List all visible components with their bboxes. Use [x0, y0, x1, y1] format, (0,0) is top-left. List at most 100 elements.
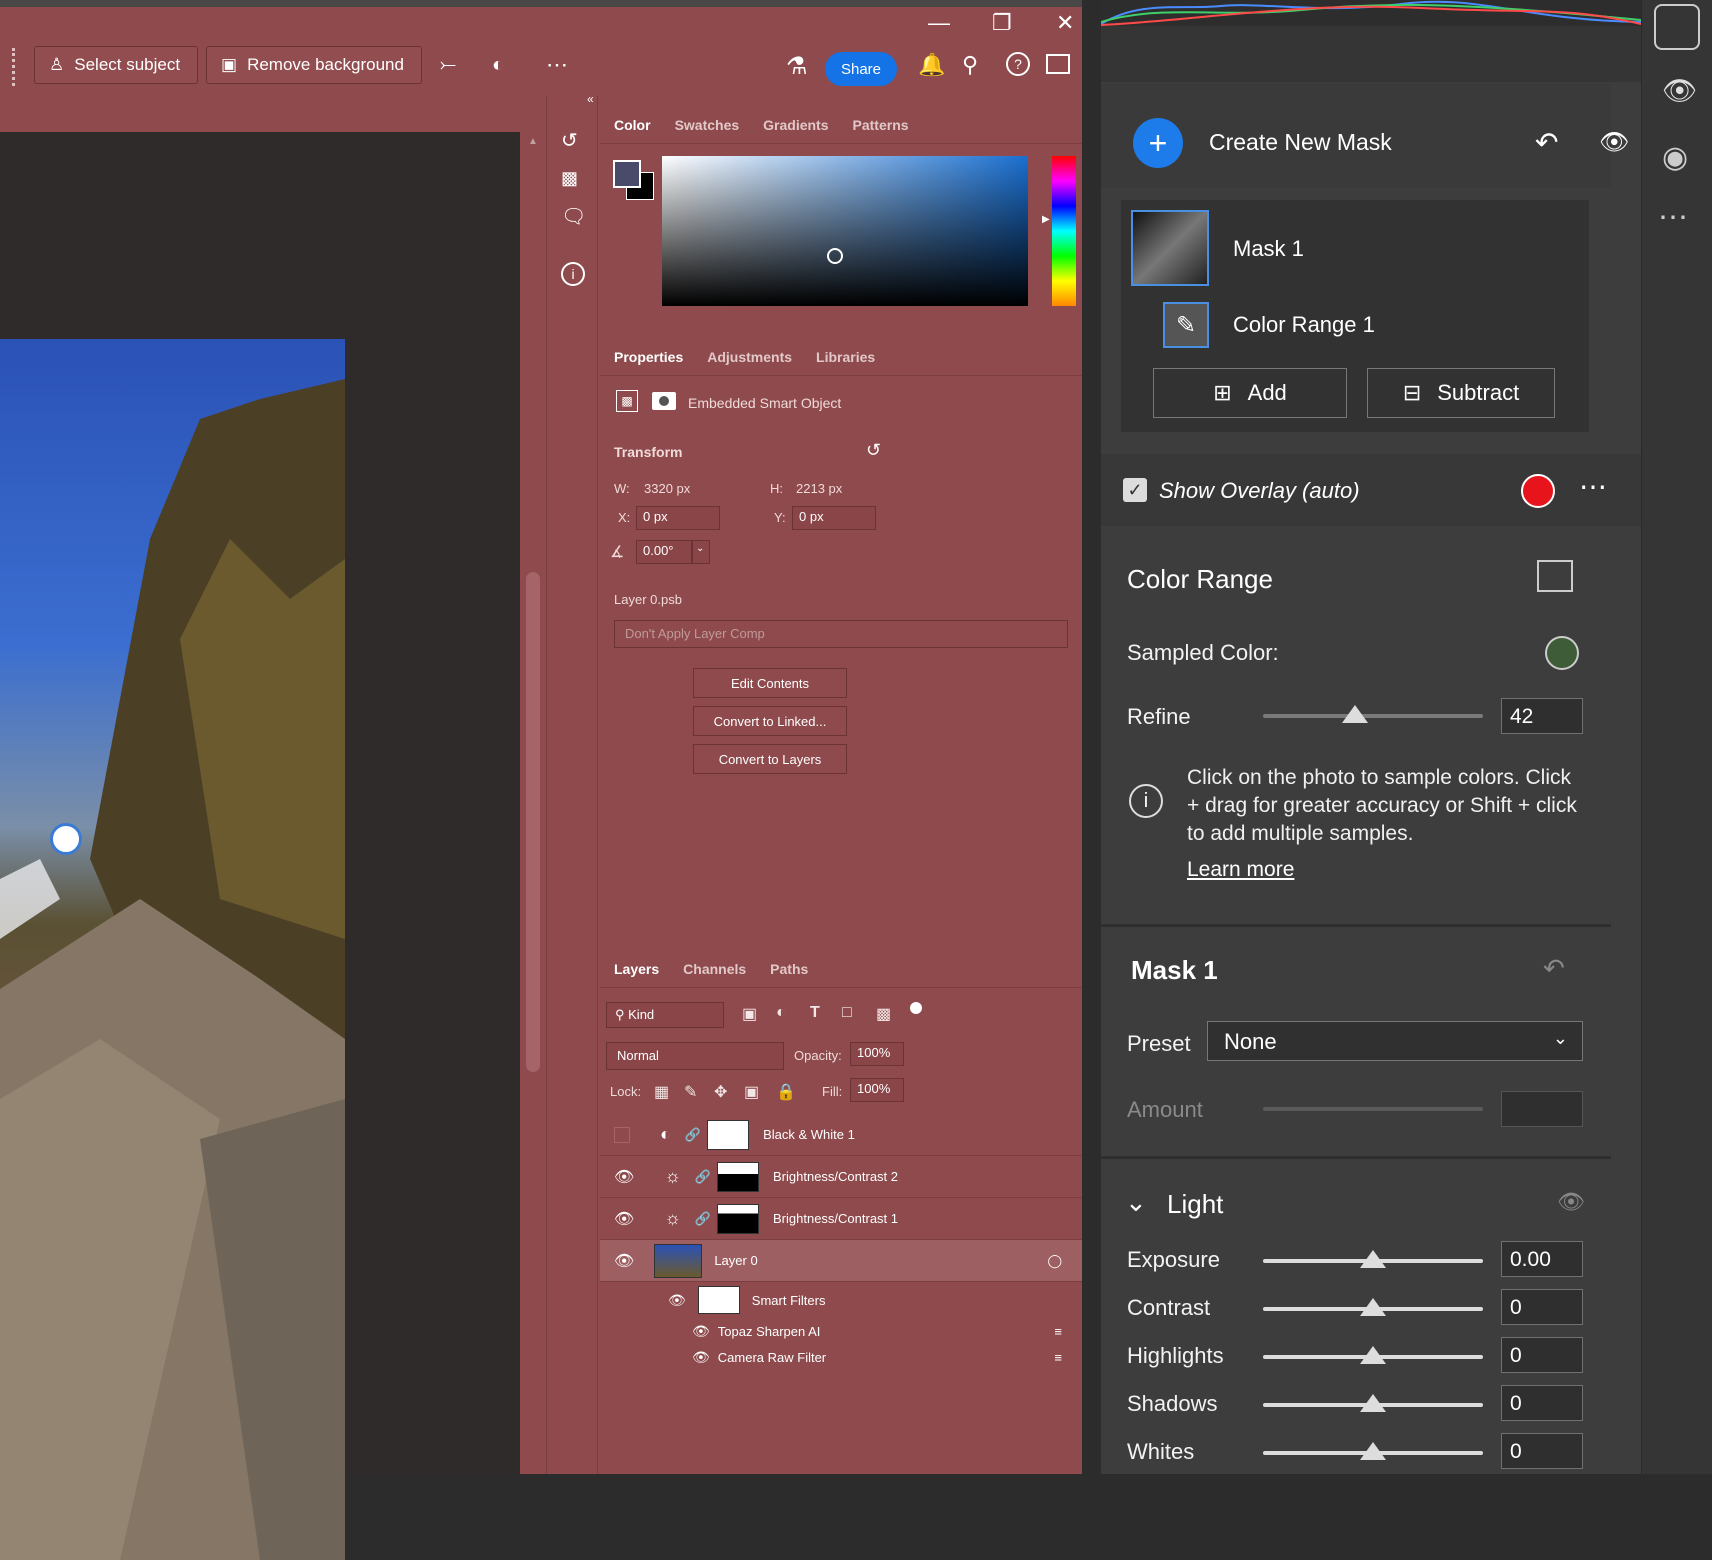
light-visibility-icon[interactable]: 👁	[1557, 1189, 1585, 1215]
exposure-slider[interactable]	[1263, 1250, 1483, 1268]
beaker-icon[interactable]: ⚗	[786, 52, 808, 81]
highlights-slider-thumb[interactable]	[1360, 1346, 1386, 1364]
comment-icon[interactable]: 🗨	[561, 204, 586, 229]
collapse-icon[interactable]: «	[587, 92, 594, 106]
filter-row[interactable]: 👁 Camera Raw Filter ≡	[600, 1344, 1082, 1370]
sampled-color-swatch[interactable]	[1545, 636, 1579, 670]
eye-icon[interactable]: 👁	[614, 1209, 634, 1229]
layer-row[interactable]: 👁 ☼ 🔗 Brightness/Contrast 1	[600, 1198, 1082, 1240]
create-mask-button[interactable]: +	[1133, 118, 1183, 168]
more-icon[interactable]: ⋯	[546, 52, 568, 78]
foreground-color-swatch[interactable]	[613, 160, 641, 188]
filter-toggle-icon[interactable]	[910, 1002, 922, 1014]
filter-pixel-icon[interactable]: ▣	[742, 1004, 757, 1024]
layer-mask-thumb[interactable]	[717, 1203, 759, 1234]
tab-swatches[interactable]: Swatches	[675, 117, 740, 133]
reset-transform-icon[interactable]: ↺	[866, 440, 881, 461]
tab-channels[interactable]: Channels	[683, 961, 746, 977]
plugin-icon[interactable]: ▩	[561, 168, 578, 189]
filter-options-icon[interactable]: ≡	[1054, 1350, 1062, 1365]
layer-filter-select[interactable]: ⚲ Kind	[606, 1002, 724, 1028]
layer-mask-thumb[interactable]	[717, 1161, 759, 1192]
scroll-up-icon[interactable]: ▲	[528, 136, 538, 147]
close-button[interactable]: ✕	[1056, 10, 1074, 36]
overlay-options-icon[interactable]: ⋯	[1579, 470, 1607, 503]
contrast-value-field[interactable]: 0	[1501, 1289, 1583, 1325]
tab-paths[interactable]: Paths	[770, 961, 808, 977]
subtract-button[interactable]: ⊟ Subtract	[1367, 368, 1555, 418]
mask-name[interactable]: Mask 1	[1233, 236, 1304, 262]
minimize-button[interactable]: —	[928, 10, 950, 36]
smart-filters-row[interactable]: 👁 Smart Filters	[600, 1282, 1082, 1318]
color-range-component-icon[interactable]: ✎	[1163, 302, 1209, 348]
lock-transparent-icon[interactable]: ▦	[654, 1082, 669, 1102]
sample-point-icon[interactable]	[50, 823, 82, 855]
tab-properties[interactable]: Properties	[614, 349, 683, 365]
visibility-eye-icon[interactable]: 👁	[1599, 128, 1629, 157]
refine-value-field[interactable]: 42	[1501, 698, 1583, 734]
presets-icon[interactable]: ◉	[1662, 140, 1688, 175]
filter-smart-object-icon[interactable]: ▩	[876, 1004, 891, 1024]
filter-shape-icon[interactable]: □	[842, 1004, 852, 1022]
whites-slider[interactable]	[1263, 1442, 1483, 1460]
eye-icon[interactable]: 👁	[668, 1292, 686, 1309]
reset-mask-icon[interactable]: ↶	[1543, 953, 1565, 984]
color-range-mode-icon[interactable]	[1537, 560, 1573, 592]
adjustment-icon[interactable]: ◐	[492, 54, 504, 77]
history-icon[interactable]: ↺	[561, 128, 578, 153]
mask-icon[interactable]	[652, 392, 676, 410]
fill-field[interactable]: 100%	[850, 1078, 904, 1102]
filter-options-icon[interactable]: ≡	[1054, 1324, 1062, 1339]
mask-tool-icon[interactable]	[1654, 4, 1700, 50]
eye-icon[interactable]: 👁	[614, 1167, 634, 1187]
preset-select[interactable]: None ⌄	[1207, 1021, 1583, 1061]
layer-mask-thumb[interactable]	[707, 1119, 750, 1150]
layer-row[interactable]: ◐ 🔗 Black & White 1	[600, 1114, 1082, 1156]
overlay-color-swatch[interactable]	[1521, 474, 1555, 508]
redeye-icon[interactable]: 👁	[1662, 74, 1698, 107]
eye-icon[interactable]: 👁	[692, 1349, 710, 1366]
smart-filter-mask-thumb[interactable]	[697, 1286, 740, 1314]
vertical-scrollbar[interactable]	[526, 572, 540, 1072]
tab-patterns[interactable]: Patterns	[853, 117, 909, 133]
eye-icon[interactable]: 👁	[692, 1323, 710, 1340]
lock-all-icon[interactable]: 🔒	[776, 1082, 796, 1102]
more-tools-icon[interactable]: ⋯	[1658, 200, 1688, 235]
refine-slider-thumb[interactable]	[1342, 705, 1369, 723]
link-icon[interactable]: 🔗	[695, 1169, 711, 1185]
exposure-value-field[interactable]: 0.00	[1501, 1241, 1583, 1277]
bell-icon[interactable]: 🔔	[918, 52, 945, 78]
lock-artboard-icon[interactable]: ▣	[744, 1082, 759, 1102]
highlights-value-field[interactable]: 0	[1501, 1337, 1583, 1373]
learn-more-link[interactable]: Learn more	[1187, 858, 1294, 882]
select-subject-button[interactable]: ♙ Select subject	[34, 46, 198, 84]
add-button[interactable]: ⊞ Add	[1153, 368, 1347, 418]
info-icon[interactable]: i	[561, 262, 585, 286]
opacity-field[interactable]: 100%	[850, 1042, 904, 1066]
highlights-slider[interactable]	[1263, 1346, 1483, 1364]
reset-masks-icon[interactable]: ↶	[1535, 126, 1558, 159]
layer-row[interactable]: 👁 ☼ 🔗 Brightness/Contrast 2	[600, 1156, 1082, 1198]
layer-row-selected[interactable]: 👁 Layer 0 ◯	[600, 1240, 1082, 1282]
tab-gradients[interactable]: Gradients	[763, 117, 828, 133]
share-button[interactable]: Share	[825, 52, 897, 86]
tab-adjustments[interactable]: Adjustments	[707, 349, 792, 365]
create-mask-label[interactable]: Create New Mask	[1209, 129, 1392, 156]
shadows-value-field[interactable]: 0	[1501, 1385, 1583, 1421]
light-collapse-icon[interactable]: ⌄	[1125, 1187, 1147, 1218]
whites-value-field[interactable]: 0	[1501, 1433, 1583, 1469]
shadows-slider[interactable]	[1263, 1394, 1483, 1412]
smart-filter-badge-icon[interactable]: ◯	[1047, 1253, 1062, 1269]
angle-dropdown-icon[interactable]: ⌄	[692, 540, 710, 564]
y-field[interactable]: 0 px	[792, 506, 876, 530]
lock-position-icon[interactable]: ✥	[714, 1082, 727, 1102]
exposure-slider-thumb[interactable]	[1360, 1250, 1386, 1268]
link-icon[interactable]: 🔗	[695, 1211, 711, 1227]
eye-icon[interactable]: 👁	[614, 1251, 634, 1271]
lock-paint-icon[interactable]: ✎	[684, 1082, 697, 1102]
shadows-slider-thumb[interactable]	[1360, 1394, 1386, 1412]
color-picker-cursor[interactable]	[827, 248, 843, 264]
angle-field[interactable]: 0.00°	[636, 540, 692, 564]
edit-contents-button[interactable]: Edit Contents	[693, 668, 847, 698]
tab-libraries[interactable]: Libraries	[816, 349, 875, 365]
